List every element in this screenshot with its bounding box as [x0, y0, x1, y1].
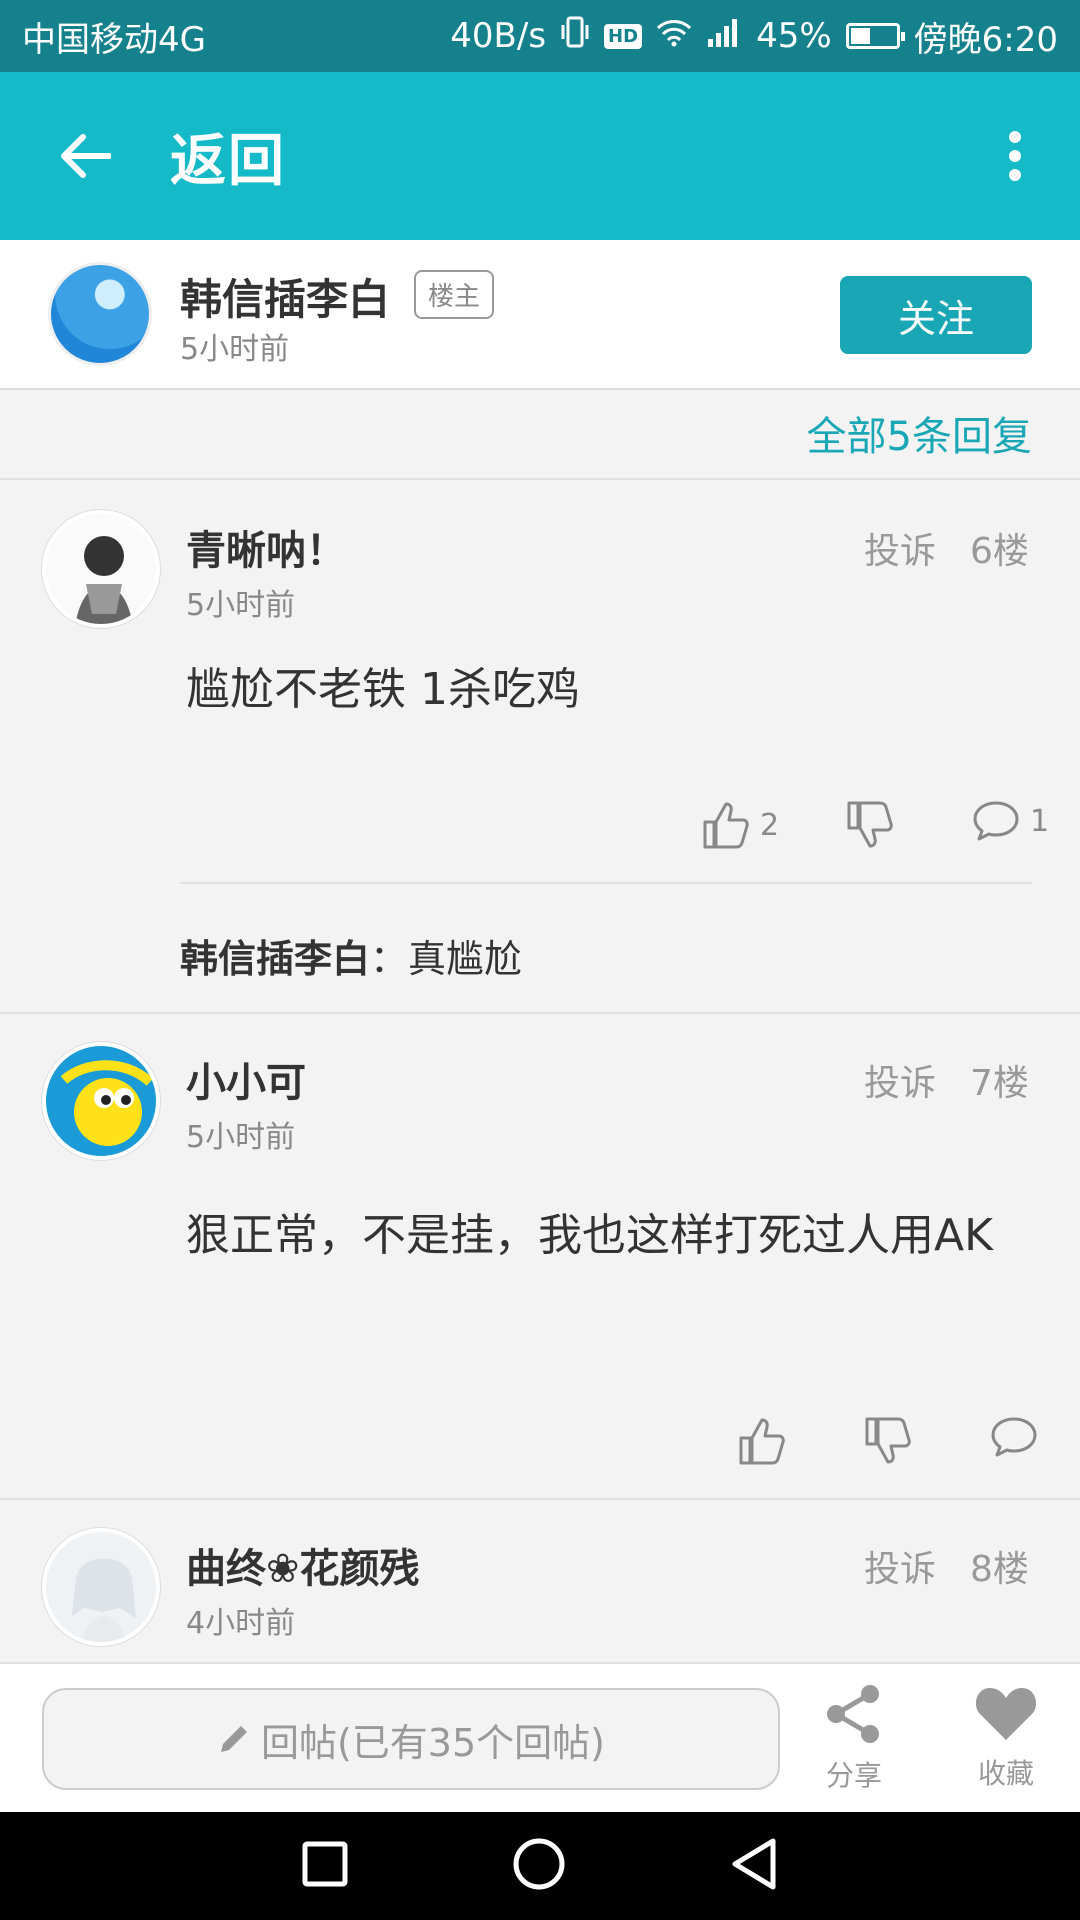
user-name[interactable]: 青晰呐！ — [186, 518, 346, 576]
reply-item: 小小可 5小时前 投诉 7楼 狠正常，不是挂，我也这样打死过人用AK — [0, 1014, 1080, 1500]
recents-button[interactable] — [301, 1840, 349, 1892]
all-replies-link[interactable]: 全部5条回复 — [807, 404, 1032, 462]
author-avatar[interactable] — [48, 262, 152, 366]
circle-icon — [513, 1838, 565, 1890]
user-avatar[interactable] — [42, 510, 160, 628]
signal-icon — [706, 16, 742, 56]
heart-icon — [975, 1688, 1037, 1740]
clock: 傍晚6:20 — [913, 19, 1058, 60]
user-avatar[interactable] — [42, 1042, 160, 1160]
favorite-button[interactable]: 收藏 — [966, 1684, 1046, 1792]
comment-count: 1 — [1030, 803, 1050, 839]
home-button[interactable] — [512, 1837, 566, 1895]
reply-time: 5小时前 — [186, 588, 296, 623]
comment-button[interactable] — [990, 1416, 1038, 1458]
vibrate-icon — [560, 15, 590, 58]
thumbs-down-icon — [847, 801, 893, 848]
user-name[interactable]: 曲终❀花颜残 — [186, 1536, 420, 1594]
follow-button[interactable]: 关注 — [840, 276, 1032, 354]
share-label: 分享 — [825, 1759, 882, 1792]
comment-icon — [973, 801, 1019, 841]
like-button[interactable]: 2 — [702, 800, 779, 850]
triangle-back-icon — [732, 1838, 776, 1890]
wifi-icon — [656, 16, 692, 56]
page-title: 返回 — [170, 128, 286, 194]
favorite-label: 收藏 — [977, 1757, 1034, 1790]
reply-content: 尴尬不老铁 1杀吃鸡 — [186, 664, 580, 715]
more-menu-button[interactable] — [950, 72, 1080, 240]
battery-percent: 45% — [756, 16, 832, 56]
back-nav-button[interactable] — [729, 1837, 779, 1895]
share-button[interactable]: 分享 — [818, 1684, 890, 1794]
like-button[interactable] — [738, 1416, 786, 1466]
floor-number: 7楼 — [970, 1063, 1029, 1104]
report-link[interactable]: 投诉 — [864, 522, 936, 574]
floor-number: 8楼 — [970, 1549, 1029, 1590]
comment-icon — [991, 1417, 1037, 1457]
sub-reply-separator: ： — [370, 937, 409, 981]
back-button[interactable] — [0, 72, 170, 240]
author-time: 5小时前 — [180, 332, 290, 367]
post-author-header: 韩信插李白 楼主 5小时前 关注 — [0, 240, 1080, 390]
user-name[interactable]: 小小可 — [186, 1050, 306, 1108]
app-toolbar: 返回 — [0, 72, 1080, 240]
pencil-icon — [220, 1726, 247, 1752]
reply-content: 狠正常，不是挂，我也这样打死过人用AK — [186, 1210, 993, 1261]
reply-item: 青晰呐！ 5小时前 投诉 6楼 尴尬不老铁 1杀吃鸡 2 1 韩信插李白：真尴尬 — [0, 482, 1080, 1014]
battery-icon — [845, 23, 905, 49]
network-speed: 40B/s — [450, 16, 547, 56]
carrier-label: 中国移动4G — [22, 19, 206, 60]
like-count: 2 — [760, 807, 780, 843]
dislike-button[interactable] — [864, 1416, 912, 1466]
reply-input[interactable]: 回帖(已有35个回帖) — [42, 1688, 780, 1790]
reply-actions — [0, 1416, 1080, 1486]
reply-item: 曲终❀花颜残 4小时前 投诉 8楼 — [0, 1500, 1080, 1662]
arrow-left-icon — [61, 134, 111, 178]
hd-badge: HD — [604, 23, 643, 49]
system-nav-bar — [0, 1812, 1080, 1920]
divider — [180, 882, 1032, 884]
all-replies-bar: 全部5条回复 — [0, 392, 1080, 480]
bottom-action-bar: 回帖(已有35个回帖) 分享 收藏 — [0, 1662, 1080, 1812]
author-name[interactable]: 韩信插李白 — [180, 266, 390, 327]
thumbs-up-icon — [703, 802, 749, 849]
user-avatar[interactable] — [42, 1528, 160, 1646]
share-icon — [827, 1685, 879, 1743]
thumbs-down-icon — [865, 1417, 911, 1464]
report-link[interactable]: 投诉 — [864, 1540, 936, 1592]
reply-time: 5小时前 — [186, 1120, 296, 1155]
sub-reply-text: 真尴尬 — [408, 937, 523, 981]
more-vertical-icon — [1009, 131, 1021, 181]
comment-button[interactable]: 1 — [972, 800, 1049, 842]
reply-time: 4小时前 — [186, 1606, 296, 1641]
sub-reply[interactable]: 韩信插李白：真尴尬 — [180, 928, 522, 983]
floor-number: 6楼 — [970, 531, 1029, 572]
sub-reply-author[interactable]: 韩信插李白 — [180, 937, 370, 981]
op-badge: 楼主 — [414, 270, 495, 319]
reply-input-placeholder: 回帖(已有35个回帖) — [260, 1720, 605, 1765]
dislike-button[interactable] — [846, 800, 894, 850]
reply-actions: 2 1 — [0, 800, 1080, 870]
square-icon — [302, 1841, 348, 1887]
status-bar: 中国移动4G 40B/s HD 45% 傍晚6:20 — [0, 0, 1080, 72]
thumbs-up-icon — [739, 1418, 785, 1465]
report-link[interactable]: 投诉 — [864, 1054, 936, 1106]
